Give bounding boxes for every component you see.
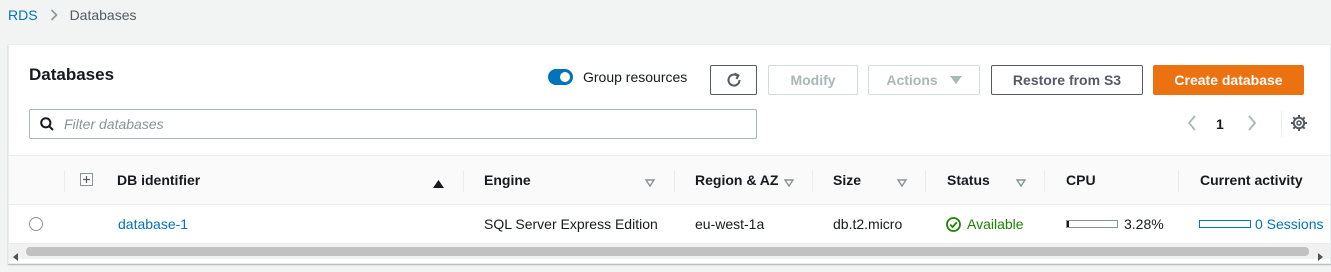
check-circle-icon [946, 216, 961, 232]
engine-cell: SQL Server Express Edition [484, 216, 658, 232]
column-header-db-identifier[interactable]: DB identifier [117, 156, 200, 204]
current-page-number[interactable]: 1 [1216, 116, 1224, 132]
column-header-current-activity[interactable]: Current activity [1200, 156, 1303, 204]
previous-page-button[interactable] [1187, 115, 1197, 131]
column-header-cpu[interactable]: CPU [1066, 156, 1096, 204]
table-preferences-button[interactable] [1290, 114, 1308, 132]
filter-databases-search[interactable] [29, 109, 757, 139]
column-header-size[interactable]: Size [833, 156, 861, 204]
chevron-right-icon [50, 9, 58, 21]
column-separator [812, 170, 813, 192]
group-resources-toggle[interactable]: Group resources [548, 69, 687, 85]
sessions-link[interactable]: 0 Sessions [1255, 216, 1323, 232]
actions-label: Actions [886, 72, 938, 88]
cpu-usage-bar [1066, 220, 1118, 228]
sort-down-icon[interactable] [896, 174, 908, 192]
refresh-icon [725, 71, 743, 89]
column-separator [1044, 170, 1045, 192]
chevron-left-icon [1187, 115, 1197, 131]
filter-databases-input[interactable] [64, 116, 704, 132]
next-page-button[interactable] [1247, 115, 1257, 131]
row-select-radio[interactable] [29, 217, 43, 231]
expand-all-icon[interactable] [80, 173, 93, 186]
breadcrumb-current: Databases [69, 7, 137, 23]
sort-ascending-icon[interactable] [433, 175, 444, 193]
size-cell: db.t2.micro [833, 216, 903, 232]
column-separator [1178, 170, 1179, 192]
column-separator [925, 170, 926, 192]
column-separator [463, 170, 464, 192]
table-header: DB identifier Engine Region & AZ Size St… [9, 155, 1330, 205]
column-separator [64, 170, 65, 192]
activity-bar [1199, 220, 1251, 228]
chevron-right-icon [1247, 115, 1257, 131]
db-identifier-link[interactable]: database-1 [118, 205, 188, 243]
sort-down-icon[interactable] [644, 174, 656, 192]
status-cell: Available [946, 205, 1024, 243]
modify-button[interactable]: Modify [768, 65, 858, 95]
table-row[interactable]: database-1 SQL Server Express Edition eu… [9, 205, 1330, 243]
refresh-button[interactable] [710, 65, 757, 95]
column-separator [674, 170, 675, 192]
caret-down-icon [949, 76, 962, 84]
cpu-cell: 3.28% [1066, 205, 1164, 243]
cpu-value: 3.28% [1124, 216, 1164, 232]
group-resources-label: Group resources [583, 69, 688, 85]
gear-icon [1290, 114, 1308, 132]
actions-dropdown[interactable]: Actions [868, 65, 980, 95]
databases-panel: Databases Group resources Modify Actions… [8, 44, 1331, 264]
column-header-status[interactable]: Status [947, 156, 990, 204]
status-label: Available [967, 216, 1024, 232]
scroll-right-icon[interactable] [1317, 248, 1323, 266]
toggle-switch[interactable] [548, 69, 573, 85]
search-icon [40, 117, 54, 131]
create-database-button[interactable]: Create database [1153, 65, 1304, 95]
region-az-cell: eu-west-1a [695, 216, 765, 232]
horizontal-scrollbar[interactable] [9, 243, 1330, 261]
breadcrumb: RDS Databases [8, 6, 137, 24]
pagination-divider [1281, 111, 1282, 137]
cpu-usage-fill [1067, 221, 1069, 227]
scroll-left-icon[interactable] [13, 248, 19, 266]
sort-down-icon[interactable] [1015, 174, 1027, 192]
restore-from-s3-button[interactable]: Restore from S3 [991, 65, 1143, 95]
column-header-region-az[interactable]: Region & AZ [695, 156, 778, 204]
breadcrumb-rds-link[interactable]: RDS [8, 7, 38, 23]
column-header-engine[interactable]: Engine [484, 156, 531, 204]
page-title: Databases [29, 65, 115, 84]
scrollbar-thumb[interactable] [26, 247, 1309, 256]
sort-down-icon[interactable] [783, 174, 795, 192]
current-activity-cell[interactable]: 0 Sessions [1199, 205, 1323, 243]
